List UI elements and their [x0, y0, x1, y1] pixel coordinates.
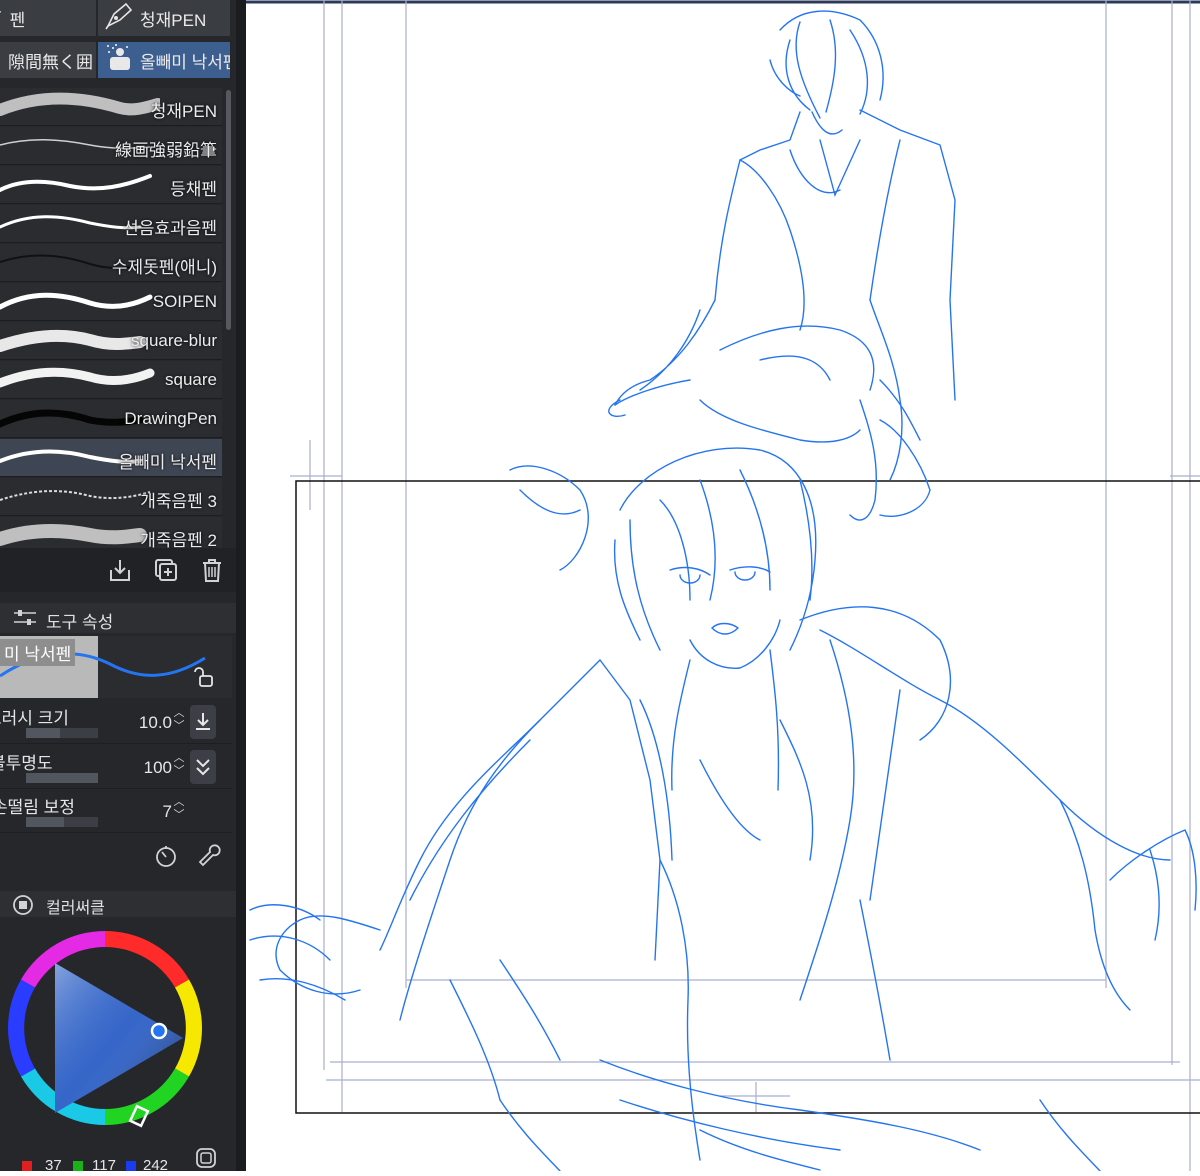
brush-stroke-preview — [0, 92, 160, 116]
sketch-upper-figure — [608, 10, 956, 521]
brush-item[interactable]: 청재PEN — [0, 88, 222, 126]
opacity-slider[interactable] — [26, 773, 98, 783]
brush-label: 등채펜 — [170, 180, 217, 199]
tab-label: 隙間無く囲 — [8, 52, 93, 72]
brush-item[interactable]: 개죽음펜 3 — [0, 478, 222, 516]
brush-label: 청재PEN — [150, 102, 217, 121]
stabilization-row: 손떨림 보정 7 ︿ ﹀ — [0, 790, 232, 833]
brush-item[interactable]: 線画強弱鉛筆 — [0, 127, 222, 165]
brush-label: 선음효과음펜 — [123, 219, 217, 238]
opacity-pressure-button[interactable] — [190, 750, 216, 784]
nib-pen-icon — [104, 2, 134, 35]
sliders-icon — [12, 608, 38, 633]
tool-property-toolbar — [0, 836, 236, 878]
stabilization-slider[interactable] — [26, 817, 98, 827]
brush-label: square-blur — [131, 331, 217, 350]
brush-label: 개죽음펜 3 — [140, 492, 217, 511]
blue-channel-swatch — [126, 1161, 136, 1171]
brush-item[interactable]: square — [0, 361, 222, 399]
wrench-icon[interactable] — [198, 842, 226, 875]
brush-size-row: 브러시 크기 10.0 ︿﹀ — [0, 701, 232, 744]
drawing-canvas[interactable] — [246, 0, 1200, 1172]
brush-label: DrawingPen — [124, 409, 217, 428]
trash-icon[interactable] — [198, 556, 226, 584]
brush-item[interactable]: 등채펜 — [0, 166, 222, 204]
tab-pen[interactable]: ˙ 펜 — [0, 0, 96, 36]
brush-item[interactable]: SOIPEN — [0, 283, 222, 321]
tab-gap-fill[interactable]: 隙間無く囲 — [0, 42, 96, 78]
sub-tool-panel: ˙ 펜 청재PEN 隙間無く囲 올빼미 낙서펜 청재PEN 線画強弱鉛筆 등채펜… — [0, 0, 236, 1171]
tool-timer-icon[interactable] — [152, 842, 180, 875]
pressure-button[interactable] — [190, 705, 216, 739]
color-wheel[interactable] — [0, 918, 236, 1171]
tab-label: 올빼미 낙서펜 — [140, 52, 230, 72]
brush-item[interactable]: square-blur — [0, 322, 222, 360]
blue-value[interactable]: 242 — [143, 1157, 168, 1171]
brush-size-slider[interactable] — [26, 728, 98, 738]
opacity-row: 불투명도 100 ︿﹀ — [0, 746, 232, 789]
red-value[interactable]: 37 — [45, 1157, 62, 1171]
duplicate-icon[interactable] — [152, 556, 180, 584]
brush-list-toolbar — [0, 548, 236, 592]
brush-label: 개죽음펜 2 — [140, 531, 217, 548]
tool-property-title: 도구 속성 — [46, 613, 114, 632]
unlock-icon[interactable] — [194, 666, 216, 693]
brush-size-stepper[interactable]: ︿ ﹀ — [172, 707, 186, 737]
brush-preview: 미 낙서펜 — [0, 636, 232, 698]
brush-item[interactable]: 개죽음펜 2 — [0, 517, 222, 548]
brush-label: 線画強弱鉛筆 — [115, 141, 217, 160]
panel-divider[interactable] — [236, 0, 246, 1171]
brush-item[interactable]: DrawingPen — [0, 400, 222, 438]
spray-brush-icon — [104, 43, 134, 78]
brush-stroke-preview — [0, 367, 155, 388]
brush-list-scrollbar[interactable] — [226, 90, 231, 330]
sub-tool-tabs: ˙ 펜 청재PEN 隙間無く囲 올빼미 낙서펜 — [0, 0, 236, 80]
color-circle-tab-icon — [12, 894, 34, 921]
tab-owl-sketch-pen[interactable]: 올빼미 낙서펜 — [98, 42, 230, 78]
double-chevron-icon — [196, 759, 210, 776]
brush-item[interactable]: 올빼미 낙서펜 — [0, 439, 222, 477]
tool-property-header: 도구 속성 — [0, 603, 236, 633]
stabilization-label: 손떨림 보정 — [0, 798, 75, 817]
stabilization-stepper[interactable]: ︿ ﹀ — [172, 796, 186, 826]
brush-label: SOIPEN — [152, 292, 217, 311]
stabilization-value[interactable]: 7 — [163, 802, 172, 822]
opacity-stepper[interactable]: ︿ ﹀ — [172, 752, 186, 782]
tab-label: 펜 — [9, 10, 26, 30]
brush-label: 올빼미 낙서펜 — [118, 453, 217, 472]
tab-cheongjae-pen[interactable]: 청재PEN — [98, 0, 230, 36]
brush-stroke-preview — [0, 523, 147, 546]
pressure-icon — [196, 713, 210, 730]
color-mode-icon[interactable] — [194, 1146, 218, 1171]
brush-stroke-preview — [0, 292, 153, 310]
upper-frame-guides — [290, 0, 1200, 1171]
preview-brush-name: 미 낙서펜 — [0, 639, 76, 666]
red-channel-swatch — [22, 1161, 32, 1171]
color-circle-header: 컬러써클 — [0, 891, 236, 917]
brush-size-value[interactable]: 10.0 — [139, 713, 172, 733]
brush-label: square — [165, 370, 217, 389]
brush-item[interactable]: 수제돗펜(애니) — [0, 244, 222, 282]
brush-item[interactable]: 선음효과음펜 — [0, 205, 222, 243]
brush-list: 청재PEN 線画強弱鉛筆 등채펜 선음효과음펜 수제돗펜(애니) SOIPEN … — [0, 86, 224, 548]
opacity-value[interactable]: 100 — [144, 758, 172, 778]
green-value[interactable]: 117 — [92, 1157, 116, 1171]
color-wheel-graphic — [8, 931, 202, 1128]
green-channel-swatch — [73, 1161, 83, 1171]
pen-tab-icon: ˙ — [0, 8, 4, 27]
brush-stroke-preview — [0, 174, 152, 192]
brush-size-label: 브러시 크기 — [0, 709, 69, 728]
opacity-label: 불투명도 — [0, 754, 53, 773]
brush-stroke-preview — [0, 490, 151, 501]
canvas-artwork — [246, 0, 1200, 1172]
import-icon[interactable] — [106, 556, 134, 584]
tab-label: 청재PEN — [140, 10, 207, 30]
brush-label: 수제돗펜(애니) — [111, 258, 217, 277]
color-circle-title: 컬러써클 — [46, 900, 105, 917]
